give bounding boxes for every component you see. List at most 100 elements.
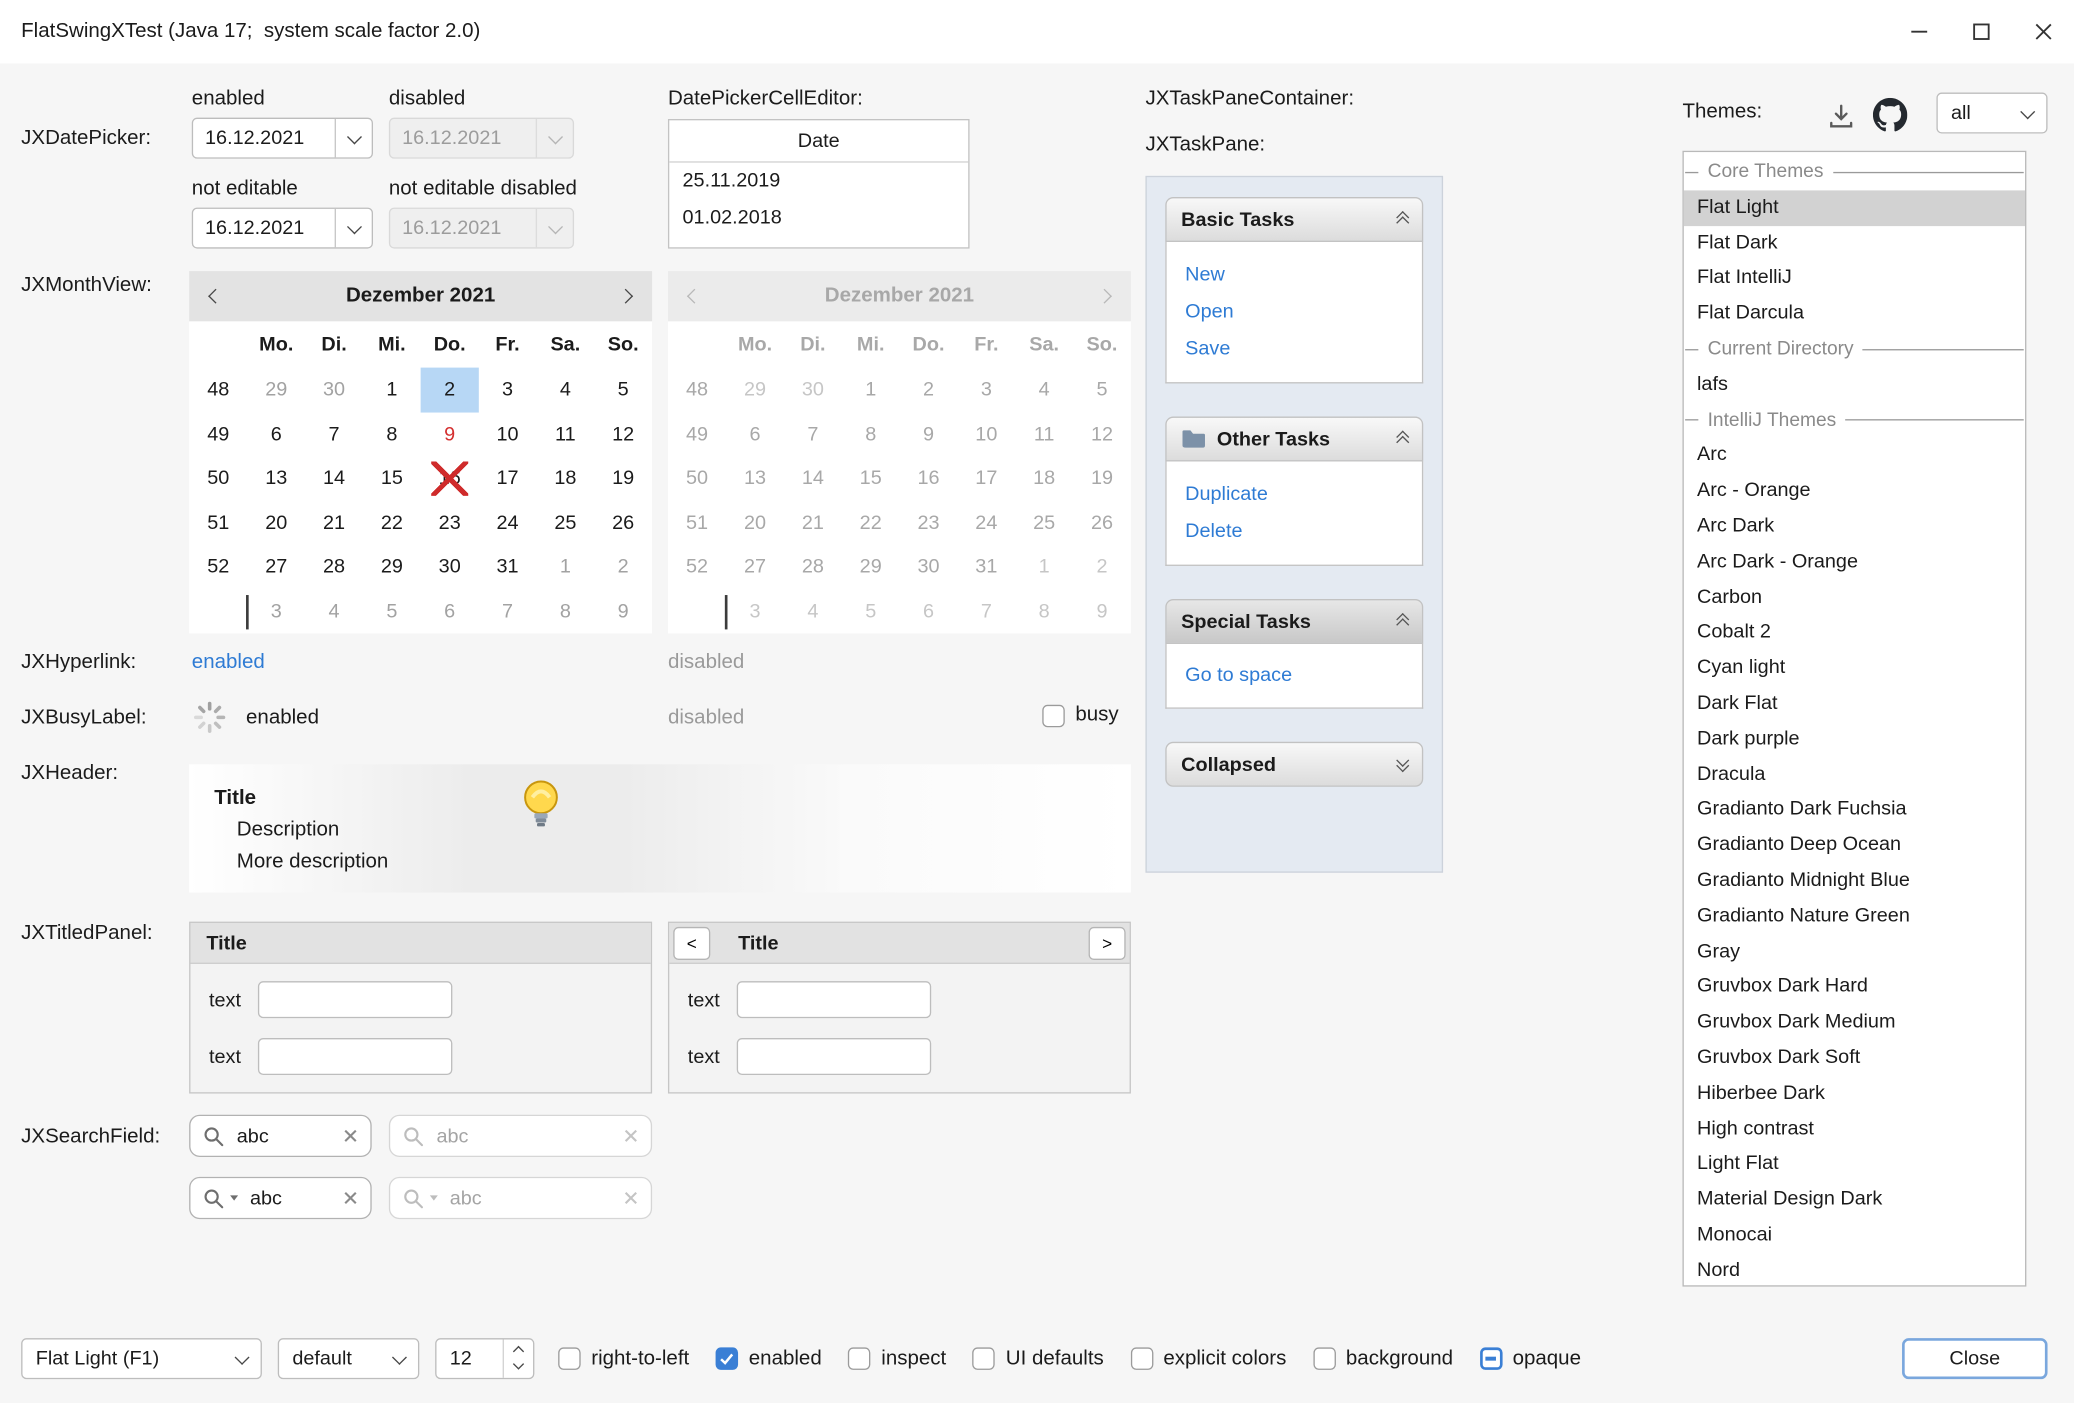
- theme-item[interactable]: Gruvbox Dark Hard: [1684, 970, 2025, 1005]
- theme-item[interactable]: Gradianto Deep Ocean: [1684, 828, 2025, 863]
- calendar-day-cell[interactable]: 18: [536, 456, 594, 500]
- calendar-day-cell[interactable]: 30: [421, 545, 479, 589]
- theme-item[interactable]: Nord: [1684, 1253, 2025, 1286]
- table-row[interactable]: 25.11.2019: [669, 163, 968, 200]
- taskpane-special-header[interactable]: Special Tasks: [1165, 599, 1423, 644]
- calendar-day-cell[interactable]: 14: [305, 456, 363, 500]
- theme-item[interactable]: Arc Dark - Orange: [1684, 544, 2025, 579]
- theme-item[interactable]: Carbon: [1684, 580, 2025, 615]
- github-button[interactable]: [1870, 95, 1910, 135]
- calendar-day-cell[interactable]: 7: [479, 589, 537, 633]
- laf-combo[interactable]: Flat Light (F1): [21, 1338, 262, 1379]
- theme-item[interactable]: Gray: [1684, 934, 2025, 969]
- theme-item[interactable]: Arc - Orange: [1684, 474, 2025, 509]
- task-link-duplicate[interactable]: Duplicate: [1185, 476, 1403, 513]
- theme-item[interactable]: Material Design Dark: [1684, 1182, 2025, 1217]
- calendar-day-cell[interactable]: 2: [594, 545, 652, 589]
- theme-item[interactable]: Gruvbox Dark Medium: [1684, 1005, 2025, 1040]
- calendar-day-cell[interactable]: 26: [594, 500, 652, 544]
- calendar-day-cell[interactable]: 8: [363, 412, 421, 456]
- search-menu-icon[interactable]: [202, 1187, 224, 1209]
- checkbox-ui-defaults[interactable]: UI defaults: [973, 1347, 1104, 1371]
- datepicker-noteditable-dropdown-button[interactable]: [335, 209, 372, 247]
- theme-item[interactable]: Light Flat: [1684, 1147, 2025, 1182]
- theme-item[interactable]: Flat Dark: [1684, 226, 2025, 261]
- calendar-day-cell[interactable]: 9: [421, 412, 479, 456]
- task-link-new[interactable]: New: [1185, 257, 1403, 294]
- task-link-delete[interactable]: Delete: [1185, 513, 1403, 550]
- calendar-day-cell[interactable]: 19: [594, 456, 652, 500]
- calendar-day-cell[interactable]: 1: [536, 545, 594, 589]
- task-link-go-to-space[interactable]: Go to space: [1185, 657, 1403, 694]
- taskpane-basic-header[interactable]: Basic Tasks: [1165, 197, 1423, 242]
- themes-filter-combo[interactable]: all: [1936, 93, 2047, 134]
- theme-item[interactable]: Gradianto Midnight Blue: [1684, 863, 2025, 898]
- theme-item[interactable]: Flat Light: [1684, 190, 2025, 225]
- prev-month-button[interactable]: [189, 271, 242, 321]
- theme-item[interactable]: Hiberbee Dark: [1684, 1076, 2025, 1111]
- calendar-day-cell[interactable]: 15: [363, 456, 421, 500]
- checkbox-explicit-colors[interactable]: explicit colors: [1130, 1347, 1286, 1371]
- checkbox-right-to-left[interactable]: right-to-left: [558, 1347, 689, 1371]
- style-combo[interactable]: default: [278, 1338, 420, 1379]
- calendar-day-cell[interactable]: 28: [305, 545, 363, 589]
- calendar-day-cell[interactable]: 3: [247, 589, 305, 633]
- minimize-button[interactable]: [1887, 0, 1949, 63]
- calendar-day-cell[interactable]: 4: [305, 589, 363, 633]
- titled-panel-prev-button[interactable]: <: [673, 926, 710, 959]
- taskpane-collapsed-header[interactable]: Collapsed: [1165, 742, 1423, 787]
- theme-item[interactable]: Gradianto Nature Green: [1684, 899, 2025, 934]
- theme-item[interactable]: Monocai: [1684, 1218, 2025, 1253]
- calendar-day-cell[interactable]: 4: [536, 368, 594, 412]
- checkbox-inspect[interactable]: inspect: [848, 1347, 946, 1371]
- calendar-day-cell[interactable]: 22: [363, 500, 421, 544]
- theme-item[interactable]: Dark purple: [1684, 722, 2025, 757]
- calendar-day-cell[interactable]: 20: [247, 500, 305, 544]
- calendar-day-cell[interactable]: 2: [421, 368, 479, 412]
- calendar-day-cell[interactable]: 23: [421, 500, 479, 544]
- titled-panel-next-button[interactable]: >: [1089, 926, 1126, 959]
- calendar-day-cell[interactable]: 1: [363, 368, 421, 412]
- close-button[interactable]: Close: [1902, 1338, 2047, 1379]
- calendar-day-cell[interactable]: 11: [536, 412, 594, 456]
- spinner-up-button[interactable]: [513, 1346, 524, 1357]
- calendar-day-cell[interactable]: 5: [363, 589, 421, 633]
- calendar-day-cell[interactable]: 25: [536, 500, 594, 544]
- calendar-day-cell[interactable]: 24: [479, 500, 537, 544]
- spinner-down-button[interactable]: [513, 1358, 524, 1369]
- calendar-day-cell[interactable]: 13: [247, 456, 305, 500]
- calendar-day-cell[interactable]: 3: [479, 368, 537, 412]
- theme-item[interactable]: Arc Dark: [1684, 509, 2025, 544]
- text-field[interactable]: [737, 981, 931, 1018]
- calendar-day-cell[interactable]: 31: [479, 545, 537, 589]
- theme-item[interactable]: Cobalt 2: [1684, 615, 2025, 650]
- theme-item[interactable]: Cyan light: [1684, 651, 2025, 686]
- checkbox-busy[interactable]: busy: [1042, 703, 1118, 727]
- theme-item[interactable]: Arc: [1684, 438, 2025, 473]
- spinner-value[interactable]: 12: [436, 1339, 502, 1377]
- theme-item[interactable]: lafs: [1684, 367, 2025, 402]
- clear-icon[interactable]: [343, 1190, 359, 1206]
- calendar-day-cell[interactable]: 29: [247, 368, 305, 412]
- calendar-day-cell[interactable]: 8: [536, 589, 594, 633]
- dropdown-triangle-icon[interactable]: [230, 1195, 238, 1200]
- checkbox-opaque[interactable]: opaque: [1480, 1347, 1581, 1371]
- calendar-day-cell[interactable]: 30: [305, 368, 363, 412]
- clear-icon[interactable]: [343, 1128, 359, 1144]
- theme-item[interactable]: Dark Flat: [1684, 686, 2025, 721]
- calendar-day-cell[interactable]: 21: [305, 500, 363, 544]
- datepicker-enabled-dropdown-button[interactable]: [335, 119, 372, 157]
- task-link-save[interactable]: Save: [1185, 331, 1403, 368]
- calendar-day-cell[interactable]: 6: [247, 412, 305, 456]
- datepicker-noteditable-field[interactable]: [193, 209, 335, 247]
- calendar-day-cell[interactable]: 29: [363, 545, 421, 589]
- calendar-day-cell[interactable]: 16: [421, 456, 479, 500]
- theme-item[interactable]: Flat Darcula: [1684, 296, 2025, 331]
- download-themes-button[interactable]: [1823, 98, 1860, 135]
- datepicker-enabled-field[interactable]: [193, 119, 335, 157]
- text-field[interactable]: [737, 1038, 931, 1075]
- next-month-button[interactable]: [599, 271, 652, 321]
- calendar-day-cell[interactable]: 17: [479, 456, 537, 500]
- calendar-day-cell[interactable]: 9: [594, 589, 652, 633]
- theme-item[interactable]: Gradianto Dark Fuchsia: [1684, 793, 2025, 828]
